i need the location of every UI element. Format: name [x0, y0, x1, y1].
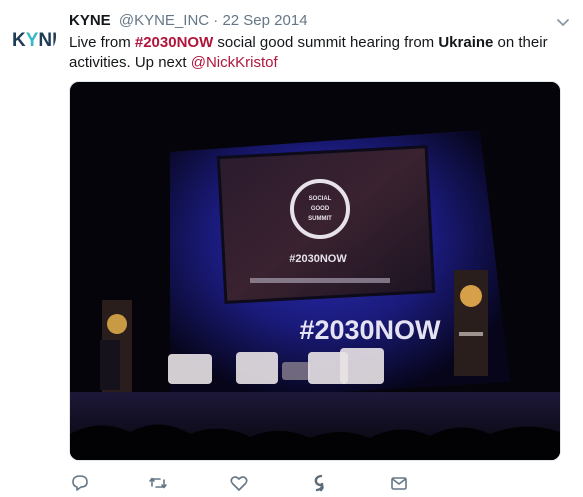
user-handle[interactable]: @KYNE_INC: [119, 12, 209, 29]
sponsor-logos: [250, 278, 390, 283]
tweet-date[interactable]: 22 Sep 2014: [222, 12, 307, 29]
screen-hashtag: #2030NOW: [289, 253, 347, 265]
left-banner-badge-icon: [107, 314, 127, 334]
moments-icon[interactable]: [308, 472, 330, 494]
tweet-card: KYNE KYNE @KYNE_INC · 22 Sep 2014 Live f…: [0, 0, 583, 497]
hashtag-link[interactable]: #2030NOW: [135, 34, 213, 51]
display-name[interactable]: KYNE: [69, 12, 111, 29]
kyne-logo: KYNE: [12, 30, 56, 51]
retweet-icon[interactable]: [147, 472, 169, 494]
banner-text-mark: [459, 332, 483, 336]
tweet-actions: [69, 472, 529, 494]
mention-link[interactable]: @NickKristof: [191, 54, 278, 71]
avatar[interactable]: KYNE: [10, 13, 56, 59]
banner-badge-icon: [460, 285, 482, 307]
podium: [100, 340, 120, 390]
chair: [168, 354, 212, 384]
badge-line-3: SUMMIT: [308, 216, 332, 222]
badge-line-2: GOOD: [311, 206, 330, 212]
direct-message-icon[interactable]: [388, 472, 410, 494]
badge-line-1: SOCIAL: [309, 196, 332, 202]
tweet-text-part: Live from: [69, 34, 135, 51]
reply-icon[interactable]: [69, 472, 91, 494]
side-table: [282, 362, 310, 380]
header-separator: ·: [213, 12, 219, 29]
chair: [340, 348, 384, 384]
tweet-text-part: social good summit hearing from: [213, 34, 439, 51]
tweet-header: KYNE @KYNE_INC · 22 Sep 2014: [69, 11, 308, 31]
chair: [236, 352, 278, 384]
stage-hashtag: #2030NOW: [299, 315, 441, 345]
more-options-chevron-icon[interactable]: [555, 14, 571, 30]
tweet-photo[interactable]: SOCIAL GOOD SUMMIT #2030NOW #2030NOW: [69, 81, 561, 461]
tweet-text-bold: Ukraine: [438, 34, 494, 51]
tweet-text: Live from #2030NOW social good summit he…: [69, 33, 559, 73]
like-icon[interactable]: [228, 472, 250, 494]
